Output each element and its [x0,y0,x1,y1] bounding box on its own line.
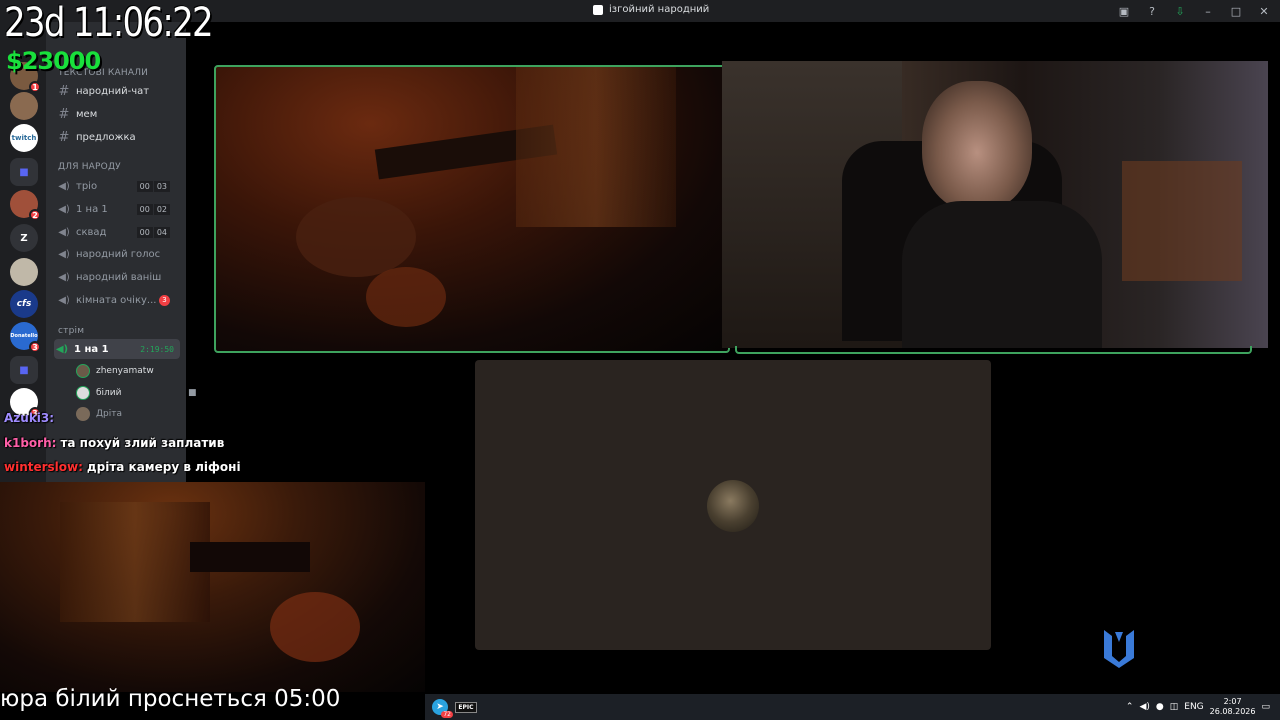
curtain [516,67,676,227]
hash-icon: # [58,129,70,145]
alarm-caption: юра білий проснеться 05:00 [0,686,341,712]
speaker-icon: ◀) [58,203,70,215]
figure-2 [270,592,360,662]
avatar [76,407,90,421]
voice-kimnata[interactable]: ◀) кімната очіку... 3 [56,290,180,310]
server-icon-dog[interactable] [10,258,38,286]
bed-headboard-2 [190,542,310,572]
chat-message-2: k1borh: та похуй злий заплатив [4,436,225,450]
voice-active-1na1[interactable]: ◀) 1 на 1 2:19:50 [54,339,180,359]
hash-icon: # [58,106,70,122]
channel-list: текстові канали # народний-чат # мем # пред… [46,22,197,482]
channel-icon [593,4,603,15]
system-tray: ⌃ ◀) ● ◫ ENG 2:07 26.08.2026 ▭ [1126,694,1270,720]
volume-icon[interactable]: ◀) [1139,702,1149,712]
os-taskbar: ➤ 72 EPIC ⌃ ◀) ● ◫ ENG 2:07 26.08.2026 ▭ [425,694,1280,720]
hash-icon: # [58,83,70,99]
person-body [902,201,1102,348]
figure-leg [366,267,446,327]
voice-trio[interactable]: ◀) тріо 00 03 [56,176,180,196]
server-icon-cfs[interactable]: cfs [10,290,38,318]
network-icon[interactable]: ◫ [1170,702,1179,712]
folder-icon-2[interactable]: ■ [10,356,38,384]
curtain-2 [60,502,210,622]
avatar [76,386,90,400]
telegram-app-icon[interactable]: ➤ 72 [429,696,453,718]
titlebar-controls: ▣ ? ⇩ – □ ✕ [1116,3,1272,19]
speaker-icon: ◀) [55,343,69,355]
tile-speaking-border [735,346,1252,354]
person-face [922,81,1032,211]
voice-user-drita[interactable]: Дріта [76,404,122,424]
money-counter: $23000 [6,47,101,75]
maximize-icon[interactable]: □ [1228,3,1244,19]
video-tile-audio-only[interactable] [475,360,991,650]
countdown-timer: 23d 11:06:22 [4,0,214,46]
speaker-icon: ◀) [58,248,70,260]
channel-predlozhka[interactable]: # предложка [56,127,180,147]
voice-skvad[interactable]: ◀) сквад 00 04 [56,222,180,242]
window-title: ізгойний народний [593,4,709,15]
voice-user-zhenyamatw[interactable]: zhenyamatw [76,361,154,381]
tray-chevron-icon[interactable]: ⌃ [1126,702,1134,712]
lang-indicator[interactable]: ENG [1184,702,1203,712]
channel-mem[interactable]: # мем [56,104,180,124]
chat-message-1: Azuki3: [4,411,55,425]
voice-narodniy-vanish[interactable]: ◀) народний ваніш [56,267,180,287]
video-tile-bedroom-2[interactable] [0,482,425,692]
category-people[interactable]: для народу [58,162,121,172]
chat-message-3: winterslow: дріта камеру в ліфоні [4,460,241,474]
speaker-icon: ◀) [58,271,70,283]
figure [296,197,416,277]
inbox-icon[interactable]: ▣ [1116,3,1132,19]
server-icon-donatello[interactable]: Donatello 3 [10,322,41,353]
video-tile-streamer[interactable] [722,61,1268,348]
mention-badge: 3 [159,294,170,306]
mic-icon[interactable]: ● [1156,702,1164,712]
server-icon-twitch[interactable]: twitch [10,124,38,152]
system-clock[interactable]: 2:07 26.08.2026 [1210,697,1256,717]
help-icon[interactable]: ? [1144,3,1160,19]
server-icon-5[interactable]: 2 [10,190,41,221]
download-icon[interactable]: ⇩ [1172,3,1188,19]
avatar [76,364,90,378]
window-title-text: ізгойний народний [609,4,710,15]
speaker-icon: ◀) [58,180,70,192]
user-avatar [707,480,759,532]
minimize-icon[interactable]: – [1200,3,1216,19]
close-icon[interactable]: ✕ [1256,3,1272,19]
category-stream[interactable]: стрім [58,326,84,336]
speaker-icon: ◀) [58,294,70,306]
dresser [1122,161,1242,281]
server-icon-2[interactable] [10,92,38,120]
channel-narodniy-chat[interactable]: # народний-чат [56,81,180,101]
epic-app-icon[interactable]: EPIC [455,696,477,718]
video-tile-bedroom[interactable] [214,65,730,353]
voice-narodniy-golos[interactable]: ◀) народний голос [56,244,180,264]
speaker-icon: ◀) [58,226,70,238]
voice-1na1[interactable]: ◀) 1 на 1 00 02 [56,199,180,219]
camera-icon: ■ [188,388,197,398]
server-icon-z[interactable]: Z [10,224,38,252]
folder-icon[interactable]: ■ [10,158,38,186]
voice-user-biliy[interactable]: білий ■ [76,383,197,403]
call-timer: 2:19:50 [140,344,174,354]
channel-logo-icon [1104,630,1134,668]
notifications-icon[interactable]: ▭ [1261,702,1270,712]
